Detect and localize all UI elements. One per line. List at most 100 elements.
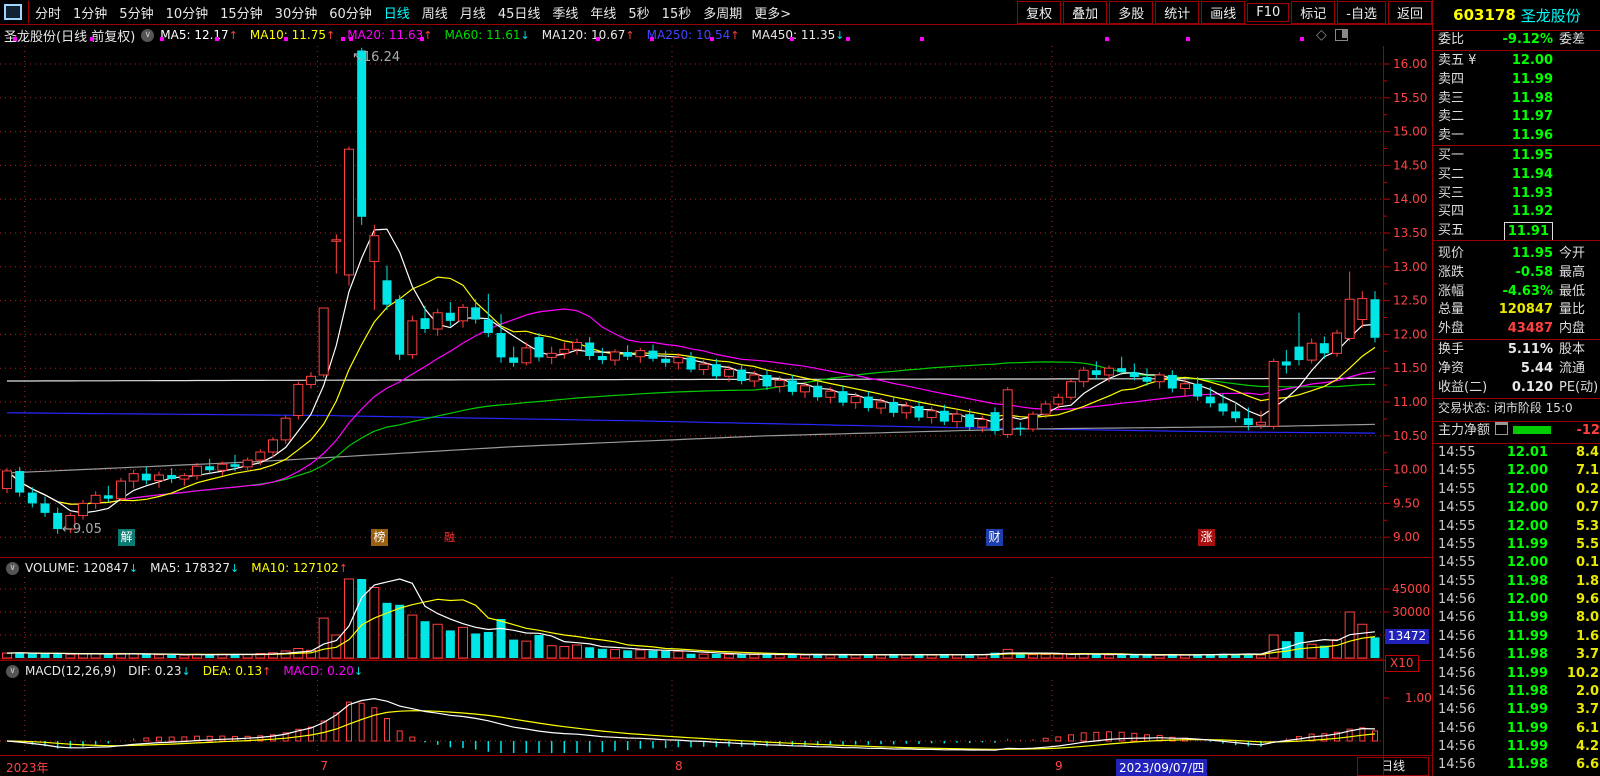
- main-force-bar: [1509, 422, 1551, 441]
- tool-button-F10[interactable]: F10: [1247, 3, 1289, 22]
- period-tab-周线[interactable]: 周线: [416, 3, 454, 22]
- sell-level-row: 卖一11.96: [1433, 127, 1600, 146]
- signal-dot: [420, 37, 424, 41]
- svg-text:15.50: 15.50: [1393, 91, 1427, 105]
- svg-text:13.00: 13.00: [1393, 260, 1427, 274]
- list-icon[interactable]: [1491, 422, 1508, 441]
- svg-text:45000: 45000: [1392, 582, 1430, 596]
- main-candlestick-chart[interactable]: 16.0015.5015.0014.5014.0013.5013.0012.50…: [0, 46, 1432, 557]
- info-row-换手: 换手5.11%股本: [1433, 341, 1600, 360]
- period-tab-5秒[interactable]: 5秒: [622, 3, 655, 22]
- collapse-icon[interactable]: ∨: [141, 29, 154, 42]
- collapse-icon[interactable]: ∨: [6, 562, 19, 575]
- signal-dot: [284, 37, 288, 41]
- weibi-row: 委比 -9.12% 委差: [1433, 31, 1600, 50]
- transaction-row: 14:5611.993.7: [1433, 701, 1600, 719]
- period-tab-月线[interactable]: 月线: [454, 3, 492, 22]
- transaction-row: 14:5611.998.0: [1433, 609, 1600, 627]
- volume-pane-header: ∨ VOLUME: 120847↓MA5: 178327↓MA10: 12710…: [0, 557, 1432, 578]
- diamond-icon[interactable]: ◇: [1316, 27, 1327, 43]
- transaction-row: 14:5611.9910.2: [1433, 665, 1600, 683]
- chart-title: 圣龙股份(日线 前复权): [4, 26, 135, 45]
- transaction-list[interactable]: 14:5512.018.414:5512.007.114:5512.000.21…: [1433, 444, 1600, 775]
- price-axis-line: [1383, 46, 1384, 776]
- period-tab-1分钟[interactable]: 1分钟: [67, 3, 113, 22]
- buy-level-row: 买一11.95: [1433, 147, 1600, 166]
- svg-text:10.50: 10.50: [1393, 429, 1427, 443]
- signal-dot: [1300, 37, 1304, 41]
- volume-unit-label: X10: [1385, 655, 1419, 672]
- period-tab-更多>[interactable]: 更多>: [748, 3, 797, 22]
- trade-status: 交易状态: 闭市阶段 15:0: [1438, 399, 1573, 418]
- svg-text:9.00: 9.00: [1393, 530, 1420, 544]
- transaction-row: 14:5611.982.0: [1433, 683, 1600, 701]
- tool-button-叠加[interactable]: 叠加: [1063, 1, 1107, 24]
- signal-dot: [710, 37, 714, 41]
- period-tab-45日线[interactable]: 45日线: [492, 3, 547, 22]
- sell-level-row: 卖四11.99: [1433, 71, 1600, 90]
- buy-level-row: 买五11.91: [1433, 222, 1600, 241]
- tool-button-统计[interactable]: 统计: [1155, 1, 1199, 24]
- info-row-收益(二): 收益(二)0.120PE(动): [1433, 379, 1600, 398]
- tool-button-画线[interactable]: 画线: [1201, 1, 1245, 24]
- tool-button-返回[interactable]: 返回: [1388, 1, 1432, 24]
- period-indicator[interactable]: 日线: [1357, 757, 1429, 776]
- period-tab-年线[interactable]: 年线: [584, 3, 622, 22]
- transaction-row: 14:5512.005.3: [1433, 518, 1600, 536]
- last-date-chip: 2023/09/07/四: [1116, 759, 1207, 776]
- tool-button-标记[interactable]: 标记: [1291, 1, 1335, 24]
- volume-legend-item: MA10: 127102↑: [251, 561, 348, 575]
- tool-button-多股[interactable]: 多股: [1109, 1, 1153, 24]
- svg-text:13.50: 13.50: [1393, 226, 1427, 240]
- period-tab-分时[interactable]: 分时: [29, 3, 67, 22]
- transaction-row: 14:5511.995.5: [1433, 536, 1600, 554]
- svg-text:9.50: 9.50: [1393, 496, 1420, 510]
- signal-dot: [215, 37, 219, 41]
- period-tab-30分钟[interactable]: 30分钟: [269, 3, 324, 22]
- period-tab-60分钟[interactable]: 60分钟: [323, 3, 378, 22]
- stock-code: 603178: [1453, 6, 1516, 24]
- event-marker-财: 财: [986, 529, 1003, 546]
- signal-dot: [1186, 37, 1190, 41]
- signal-dot: [349, 37, 353, 41]
- transaction-row: 14:5512.000.1: [1433, 554, 1600, 572]
- tool-button--自选[interactable]: -自选: [1337, 1, 1386, 24]
- period-tab-15分钟[interactable]: 15分钟: [214, 3, 269, 22]
- svg-text:12.00: 12.00: [1393, 327, 1427, 341]
- period-tab-季线[interactable]: 季线: [546, 3, 584, 22]
- macd-title: MACD(12,26,9): [25, 664, 116, 678]
- period-tab-5分钟[interactable]: 5分钟: [113, 3, 159, 22]
- period-tab-多周期[interactable]: 多周期: [697, 3, 748, 22]
- info-row-现价: 现价11.95今开: [1433, 245, 1600, 264]
- main-force-label: 主力净额: [1438, 422, 1490, 441]
- svg-text:14.50: 14.50: [1393, 158, 1427, 172]
- period-tab-15秒[interactable]: 15秒: [656, 3, 698, 22]
- chart-legend-row: 圣龙股份(日线 前复权) ∨ MA5: 12.17↑MA10: 11.75↑MA…: [0, 24, 1432, 46]
- split-window-icon[interactable]: [1335, 29, 1348, 41]
- tool-button-复权[interactable]: 复权: [1017, 1, 1061, 24]
- chart-corner-icons: ◇: [1316, 27, 1348, 43]
- trading-app-window: 分时1分钟5分钟10分钟15分钟30分钟60分钟日线周线月线45日线季线年线5秒…: [0, 0, 1600, 776]
- ma-legend: MA5: 12.17↑MA10: 11.75↑MA20: 11.63↑MA60:…: [160, 28, 856, 42]
- collapse-icon[interactable]: ∨: [6, 665, 19, 678]
- sell-level-row: 卖三11.98: [1433, 90, 1600, 109]
- trade-status-row: 交易状态: 闭市阶段 15:0: [1433, 399, 1600, 418]
- period-tab-日线[interactable]: 日线: [378, 3, 416, 22]
- svg-text:12.50: 12.50: [1393, 294, 1427, 308]
- transaction-row: 14:5611.991.6: [1433, 628, 1600, 646]
- period-tab-10分钟[interactable]: 10分钟: [160, 3, 215, 22]
- svg-text:15.00: 15.00: [1393, 125, 1427, 139]
- ma-legend-item: MA250: 10.54↑: [647, 28, 740, 42]
- transaction-row: 14:5611.996.1: [1433, 720, 1600, 738]
- transaction-row: 14:5512.018.4: [1433, 444, 1600, 462]
- month-label-8: 8: [675, 759, 683, 773]
- window-icon[interactable]: [4, 4, 22, 20]
- time-axis-row: 2023年 789 2023/09/07/四 日线: [0, 755, 1432, 776]
- macd-pane-header: ∨ MACD(12,26,9) DIF: 0.23↓DEA: 0.13↑MACD…: [0, 660, 1432, 681]
- volume-chart[interactable]: 4500030000: [0, 577, 1432, 660]
- signal-dot: [650, 37, 654, 41]
- info-row-外盘: 外盘43487内盘: [1433, 320, 1600, 339]
- macd-chart[interactable]: 1.00: [0, 680, 1432, 755]
- signal-dot: [160, 37, 164, 41]
- stock-name: 圣龙股份: [1521, 5, 1581, 26]
